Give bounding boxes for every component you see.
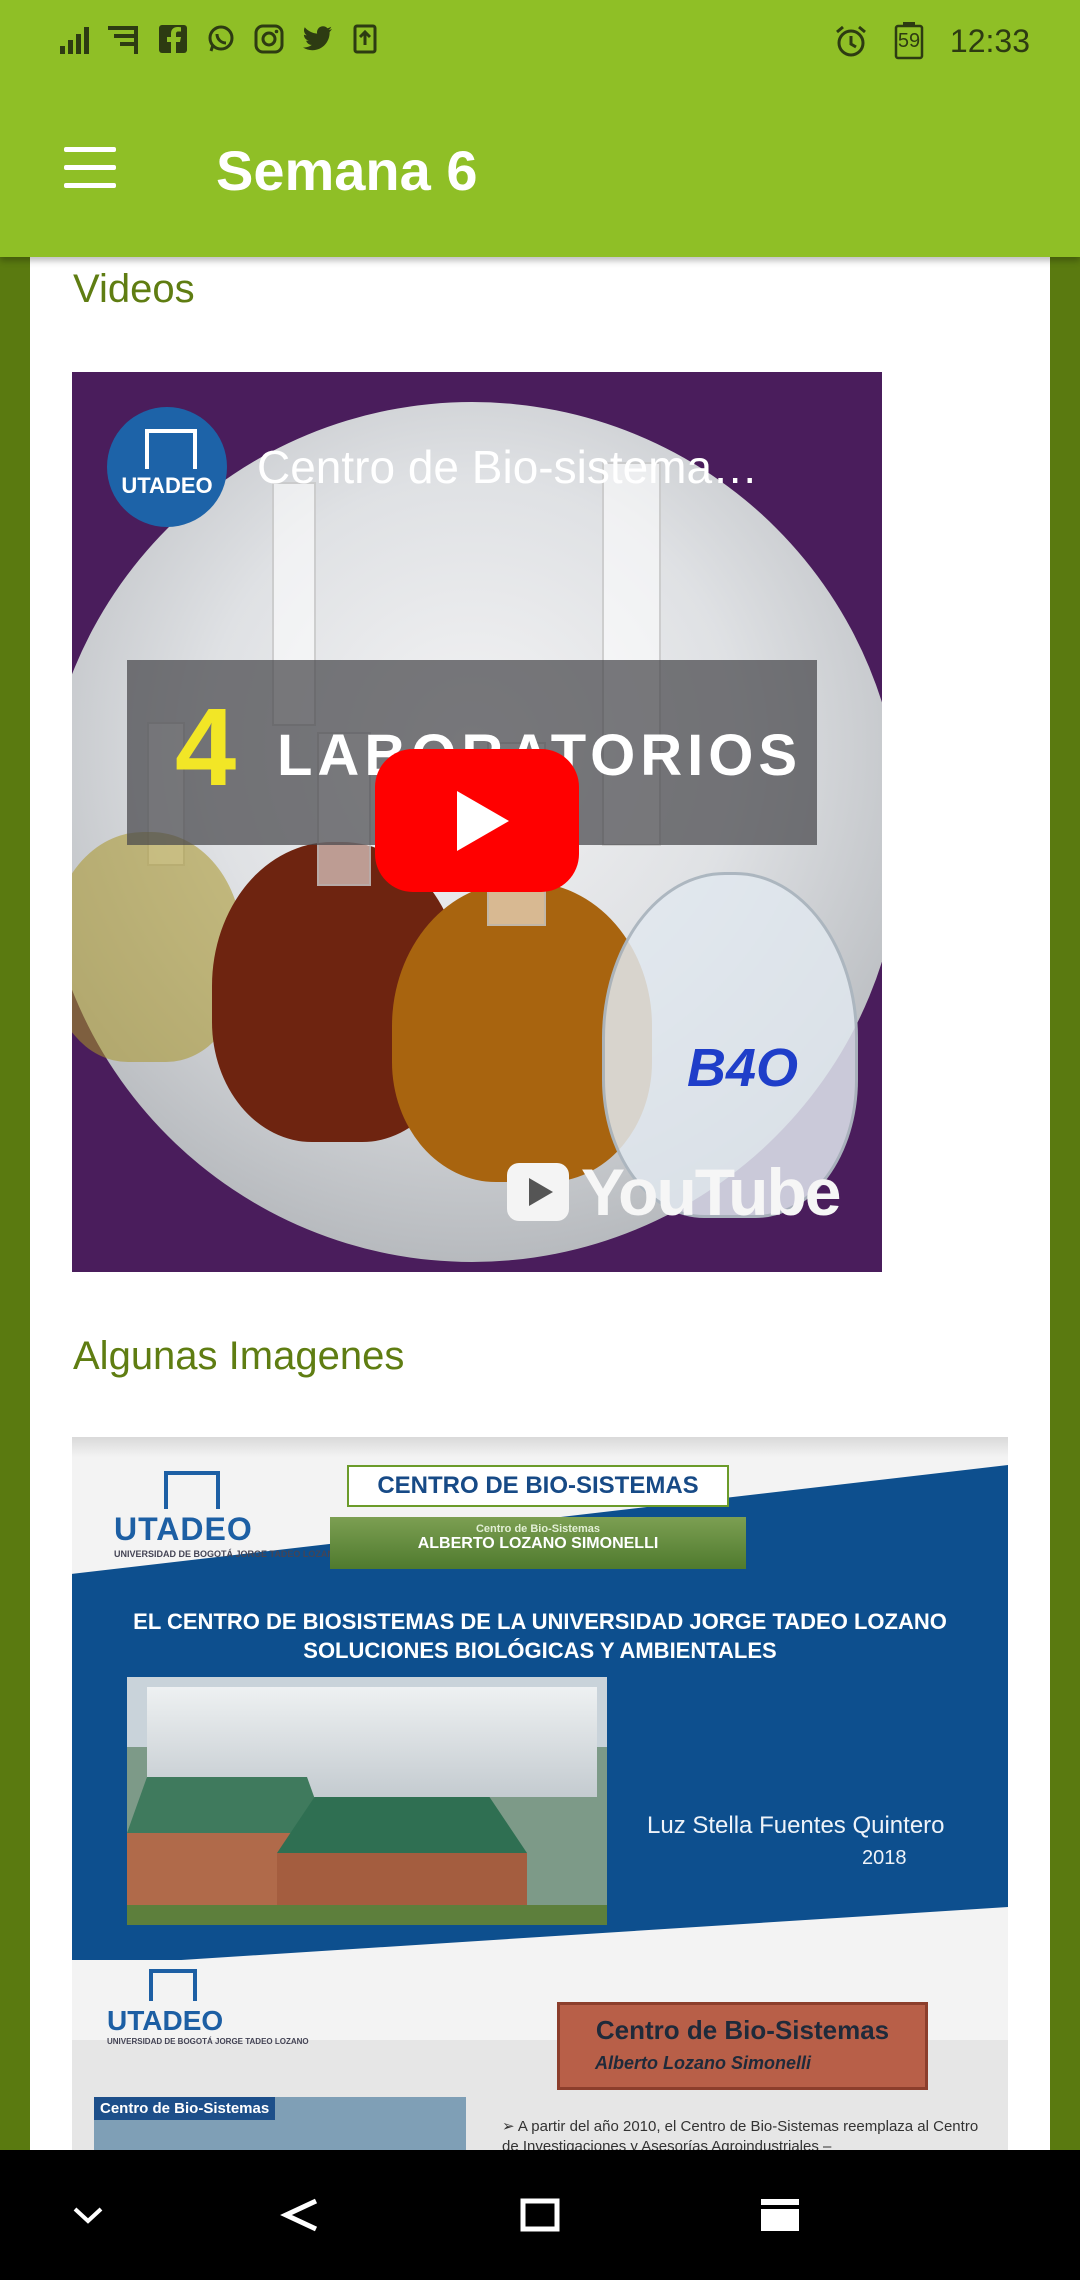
app-bar: Semana 6 [0,92,1080,257]
youtube-play-icon [507,1163,569,1221]
upload-icon [348,22,382,56]
centro-thumbnail: Centro de Bio-Sistemas [94,2097,466,2150]
battery-icon: 59 [892,22,926,60]
content-scroll-area[interactable]: Videos 4 LABORATORIOS B4O UTADEO Centro … [30,257,1050,2150]
back-icon[interactable] [270,2185,330,2245]
youtube-wordmark: YouTube [581,1155,842,1229]
centro-banner: Centro de Bio-Sistemas ALBERTO LOZANO SI… [330,1517,746,1569]
status-bar: 59 12:33 [0,0,1080,92]
slide-bullet-text: ➢ A partir del año 2010, el Centro de Bi… [502,2118,979,2150]
clock: 12:33 [949,22,1030,59]
flask-label: B4O [687,1038,799,1098]
video-title[interactable]: Centro de Bio-sistema… [257,440,758,494]
facebook-icon [156,22,190,56]
play-button-icon[interactable] [375,749,579,892]
campus-photo [127,1677,607,1925]
twitter-icon [300,22,334,56]
banner-number: 4 [175,686,237,809]
instagram-icon [252,22,286,56]
whatsapp-icon [204,22,238,56]
navigation-bar [0,2150,1080,2280]
status-right: 59 12:33 [834,22,1030,60]
hamburger-menu-icon[interactable] [60,147,120,191]
chevron-down-icon[interactable] [58,2185,118,2245]
presentation-image[interactable]: UTADEO UNIVERSIDAD DE BOGOTÁ JORGE TADEO… [72,1437,1008,2150]
home-icon[interactable] [510,2185,570,2245]
slide-year: 2018 [862,1847,907,1869]
top-bar: 59 12:33 Semana 6 [0,0,1080,257]
videos-heading: Videos [73,267,195,311]
battery-level: 59 [897,30,921,52]
channel-logo-text: UTADEO [121,473,213,498]
brick-sign: Centro de Bio-Sistemas Alberto Lozano Si… [557,2002,928,2090]
page-title: Semana 6 [216,139,478,202]
youtube-logo[interactable]: YouTube [507,1152,842,1232]
images-heading: Algunas Imagenes [73,1334,405,1378]
youtube-video-thumbnail[interactable]: 4 LABORATORIOS B4O UTADEO Centro de Bio-… [72,372,882,1272]
notification-icons [60,22,382,56]
sim-signal-icon [108,22,142,56]
alarm-icon [834,24,868,58]
channel-avatar[interactable]: UTADEO [107,407,227,527]
centro-title-box: CENTRO DE BIO-SISTEMAS [347,1465,729,1507]
recents-icon[interactable] [750,2185,810,2245]
slide-author: Luz Stella Fuentes Quintero [647,1812,945,1839]
slide-heading: EL CENTRO DE BIOSISTEMAS DE LA UNIVERSID… [133,1609,947,1663]
signal-icon [60,22,94,56]
